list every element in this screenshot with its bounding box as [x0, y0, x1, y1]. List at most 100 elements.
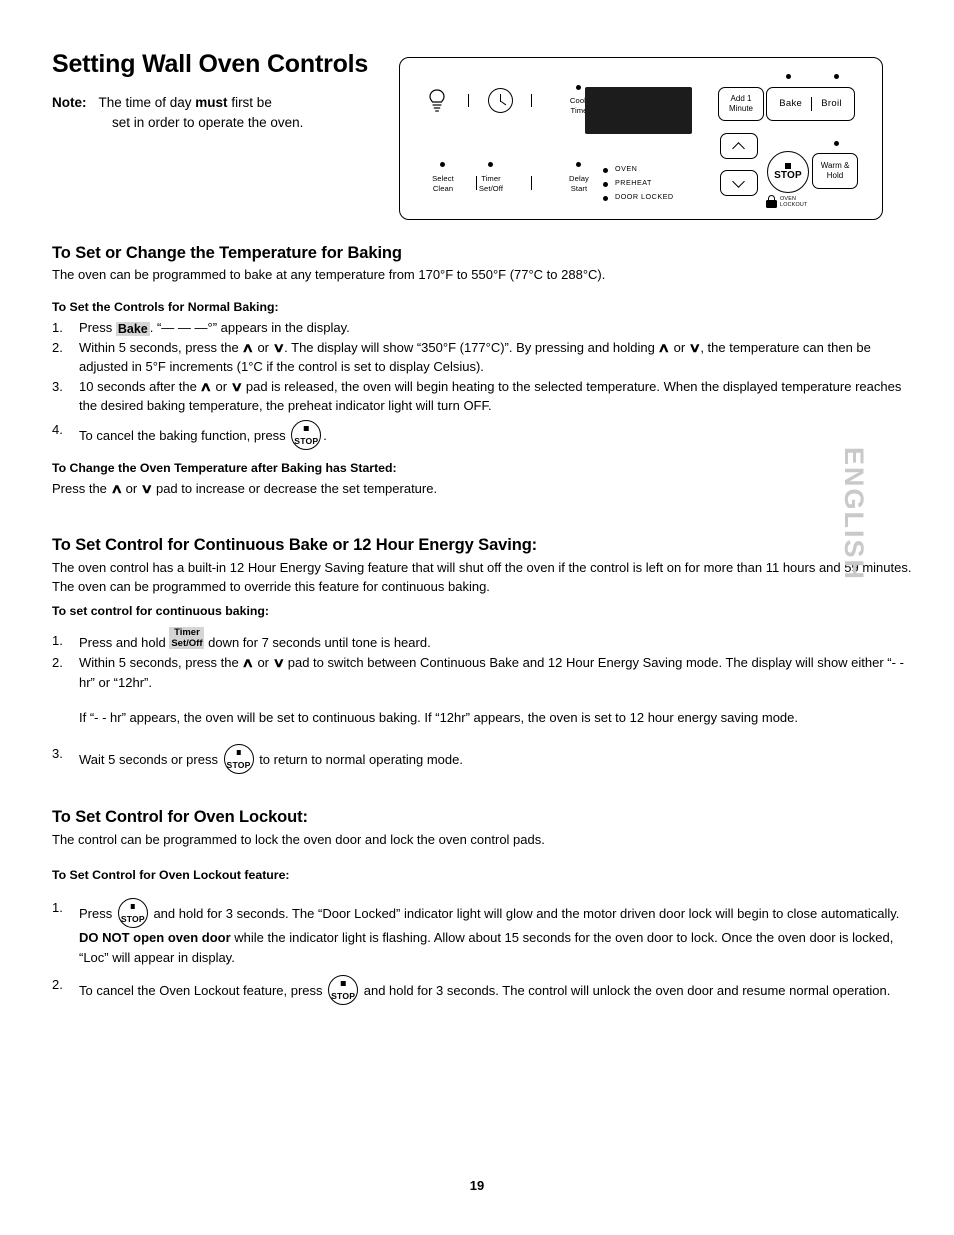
list-number: 1. — [52, 633, 63, 648]
note-line-1: The time of day must first be — [98, 95, 272, 110]
stop-button-icon: STOP — [328, 975, 359, 1005]
list-text: Press STOP and hold for 3 seconds. The “… — [79, 898, 914, 967]
steps-continuous-baking: 1. Press and hold Timer Set/Off down for… — [52, 627, 914, 728]
down-arrow-glyph: ∨ — [230, 378, 243, 394]
note-block: Note: The time of day must first be set … — [52, 93, 382, 133]
select-clean-indicator-dot — [440, 162, 445, 167]
oven-indicator-dot — [603, 168, 608, 173]
bake-broil-button-group[interactable]: Bake Broil — [766, 87, 855, 121]
padlock-icon — [766, 195, 777, 208]
stop-button-icon: STOP — [223, 744, 254, 774]
list-item: 1. Press Bake. “— — —°” appears in the d… — [52, 318, 914, 338]
subtitle-normal-baking: To Set the Controls for Normal Baking: — [52, 300, 279, 314]
list-number: 2. — [52, 655, 63, 670]
down-arrow-glyph: ∨ — [140, 481, 154, 496]
list-number: 3. — [52, 378, 63, 394]
list-item: 3. 10 seconds after the ∧ or ∨ pad is re… — [52, 377, 914, 416]
door-locked-indicator-dot — [603, 196, 608, 201]
divider-5 — [811, 97, 813, 111]
list-text: Press Bake. “— — —°” appears in the disp… — [79, 320, 350, 336]
list-item: 1. Press and hold Timer Set/Off down for… — [52, 627, 914, 653]
stop-button[interactable]: STOP — [767, 151, 809, 193]
step-3-continuous-baking: 3. Wait 5 seconds or press STOP to retur… — [52, 744, 914, 774]
list-text: To cancel the baking function, press STO… — [79, 420, 914, 450]
door-locked-indicator-label: DOOR LOCKED — [615, 192, 674, 201]
step-4-cancel-baking: 4. To cancel the baking function, press … — [52, 420, 914, 450]
list-number: 3. — [52, 746, 63, 761]
light-bulb-icon — [429, 89, 445, 112]
temperature-down-button[interactable] — [720, 170, 758, 196]
note-line-2: set in order to operate the oven. — [112, 115, 304, 130]
list-number: 1. — [52, 900, 63, 915]
section-intro-baking: The oven can be programmed to bake at an… — [52, 267, 606, 282]
temperature-up-button[interactable] — [720, 133, 758, 159]
stop-button-icon: STOP — [117, 898, 148, 928]
list-number: 4. — [52, 422, 63, 437]
warm-hold-indicator-dot — [834, 141, 839, 146]
bake-indicator-dot — [786, 74, 791, 79]
stop-square-icon — [785, 163, 791, 169]
subtitle-change-temperature: To Change the Oven Temperature after Bak… — [52, 461, 397, 475]
timer-set-off-label[interactable]: Timer Set/Off — [462, 174, 520, 193]
stop-button-label: STOP — [774, 170, 802, 181]
section-title-baking: To Set or Change the Temperature for Bak… — [52, 244, 402, 262]
list-text: Within 5 seconds, press the ∧ or ∨ pad t… — [79, 655, 904, 690]
warm-hold-button[interactable]: Warm & Hold — [812, 153, 858, 189]
broil-indicator-dot — [834, 74, 839, 79]
up-arrow-glyph: ∧ — [657, 339, 671, 355]
note-label: Note: — [52, 95, 87, 110]
timer-indicator-dot — [488, 162, 493, 167]
list-number: 2. — [52, 339, 63, 355]
list-number: 1. — [52, 320, 63, 335]
down-arrow-glyph: ∨ — [271, 655, 285, 670]
steps-oven-lockout: 1. Press STOP and hold for 3 seconds. Th… — [52, 898, 914, 967]
up-arrow-glyph: ∧ — [241, 339, 255, 355]
continuous-bake-note: If “- - hr” appears, the oven will be se… — [79, 710, 799, 725]
preheat-indicator-label: PREHEAT — [615, 178, 652, 187]
oven-lockout-marker: OVEN LOCKOUT — [766, 195, 807, 208]
section-title-oven-lockout: To Set Control for Oven Lockout: — [52, 808, 308, 826]
chevron-down-icon — [733, 177, 746, 190]
delay-start-label[interactable]: Delay Start — [550, 174, 608, 193]
timer-set-off-key-graphic: Timer Set/Off — [169, 627, 205, 649]
list-item: 2. Within 5 seconds, press the ∧ or ∨ pa… — [52, 653, 914, 692]
list-item: 4. To cancel the baking function, press … — [52, 420, 914, 450]
bake-button[interactable]: Bake — [779, 99, 802, 109]
section-intro-oven-lockout: The control can be programmed to lock th… — [52, 832, 545, 847]
list-item: 2. To cancel the Oven Lockout feature, p… — [52, 975, 914, 1005]
up-arrow-glyph: ∧ — [109, 481, 123, 496]
document-page: Setting Wall Oven Controls Note: The tim… — [0, 0, 954, 1235]
broil-button[interactable]: Broil — [821, 99, 842, 109]
divider-2 — [531, 94, 533, 107]
list-item: 3. Wait 5 seconds or press STOP to retur… — [52, 744, 914, 774]
divider-1 — [468, 94, 470, 107]
list-item: 2. Within 5 seconds, press the ∧ or ∨. T… — [52, 338, 914, 377]
oven-display-window — [585, 87, 692, 134]
up-arrow-glyph: ∧ — [241, 655, 255, 670]
add-1-minute-button[interactable]: Add 1 Minute — [718, 87, 764, 121]
steps-normal-baking: 1. Press Bake. “— — —°” appears in the d… — [52, 318, 914, 416]
list-text: 10 seconds after the ∧ or ∨ pad is relea… — [79, 378, 902, 414]
step-2-cancel-oven-lockout: 2. To cancel the Oven Lockout feature, p… — [52, 975, 914, 1005]
divider-4 — [531, 176, 533, 190]
list-text: Within 5 seconds, press the ∧ or ∨. The … — [79, 339, 871, 375]
delay-start-indicator-dot — [576, 162, 581, 167]
down-arrow-glyph: ∨ — [688, 339, 701, 355]
oven-control-panel-diagram: Cook Time Select Clean Timer Set/Off Del… — [399, 57, 883, 220]
page-number: 19 — [469, 1178, 485, 1193]
subtitle-oven-lockout-feature: To Set Control for Oven Lockout feature: — [52, 868, 290, 882]
up-arrow-glyph: ∧ — [199, 378, 213, 394]
list-text: To cancel the Oven Lockout feature, pres… — [79, 975, 914, 1005]
change-temperature-text: Press the ∧ or ∨ pad to increase or decr… — [52, 481, 438, 496]
chevron-up-icon — [733, 140, 746, 153]
list-item: 1. Press STOP and hold for 3 seconds. Th… — [52, 898, 914, 967]
section-intro-continuous-bake: The oven control has a built-in 12 Hour … — [52, 560, 912, 594]
cook-time-indicator-dot — [576, 85, 581, 90]
language-side-tab: ENGLISH — [839, 447, 869, 582]
clock-icon — [488, 88, 513, 113]
oven-indicator-label: OVEN — [615, 164, 638, 173]
bake-key-graphic: Bake — [115, 322, 150, 336]
oven-lockout-label: OVEN LOCKOUT — [780, 195, 808, 208]
subtitle-continuous-baking: To set control for continuous baking: — [52, 604, 270, 618]
down-arrow-glyph: ∨ — [271, 339, 285, 355]
